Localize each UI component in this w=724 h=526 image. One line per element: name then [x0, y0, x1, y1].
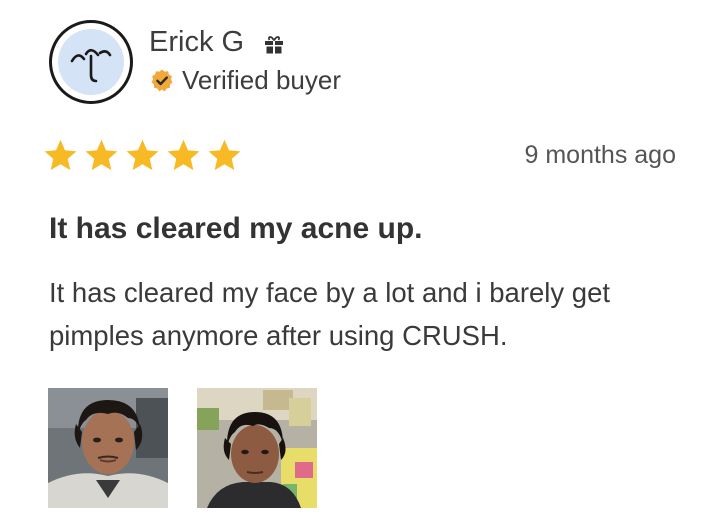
customer-photo-1[interactable] — [48, 388, 168, 508]
star-icon — [44, 139, 77, 171]
customer-photo-2[interactable] — [197, 388, 317, 508]
review-card: Erick G Verified buyer 9 months ago It h… — [0, 0, 724, 526]
star-icon — [167, 139, 200, 171]
verified-buyer-label: Verified buyer — [182, 65, 341, 95]
review-body: It has cleared my face by a lot and i ba… — [49, 277, 610, 351]
reviewer-name: Erick G — [149, 26, 245, 58]
gift-icon — [265, 36, 283, 54]
verified-badge-icon — [151, 69, 173, 92]
reviewer-avatar — [49, 20, 133, 104]
review-date: 9 months ago — [524, 141, 677, 169]
star-icon — [208, 139, 241, 171]
review-title: It has cleared my acne up. — [49, 212, 423, 245]
star-icon — [85, 139, 118, 171]
star-rating — [42, 137, 243, 174]
avatar-face-icon — [58, 29, 124, 95]
star-icon — [126, 139, 159, 171]
